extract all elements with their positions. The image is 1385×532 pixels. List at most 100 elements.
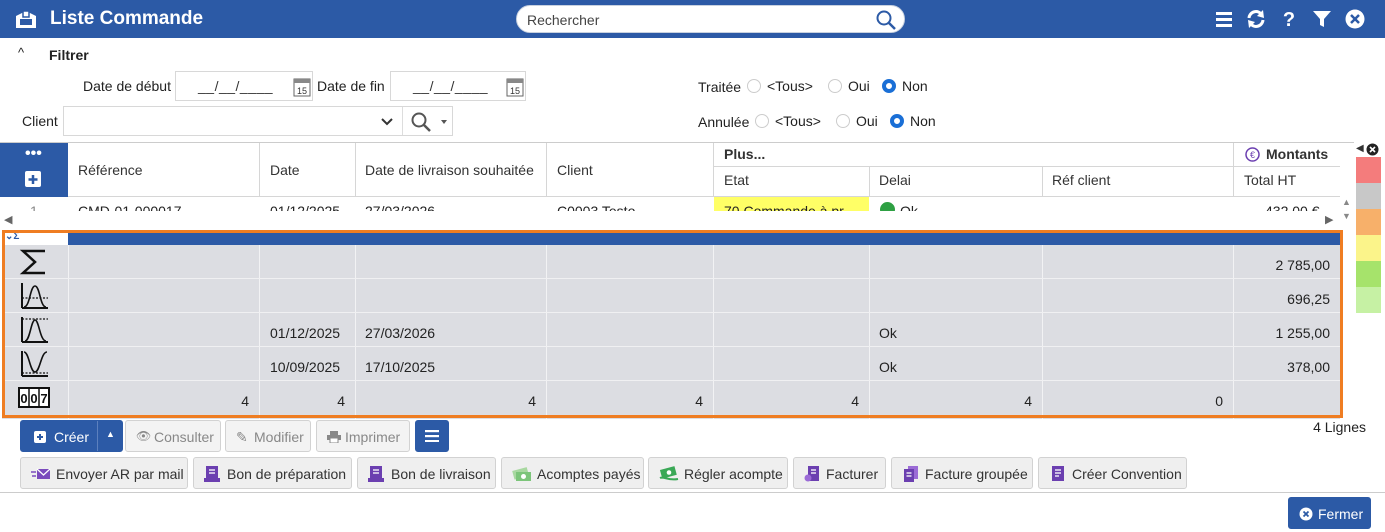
cancelled-all-radio[interactable] [755,114,769,128]
treated-yes-radio[interactable] [828,79,842,93]
col-group-more[interactable]: Plus... [724,146,765,162]
filter-icon[interactable] [1311,8,1333,30]
menu-icon[interactable] [1213,8,1235,30]
money-icon [512,467,531,481]
max-delay: Ok [879,325,897,341]
scroll-down-icon[interactable]: ▼ [1342,211,1351,221]
cancelled-all-label: <Tous> [775,113,821,129]
end-date-field[interactable]: __/__/____ 15 [390,71,526,101]
delivery-note-button[interactable]: Bon de livraison [357,457,496,489]
title-bar: Liste Commande ? [0,0,1385,38]
scroll-right-icon[interactable]: ▶ [1325,213,1333,226]
footer-divider [0,492,1385,493]
sum-icon [19,249,45,275]
avg-total: 696,25 [1287,291,1330,307]
invoice-button[interactable]: Facturer [793,457,886,489]
help-icon[interactable]: ? [1278,8,1300,30]
create-agreement-label: Créer Convention [1072,466,1182,482]
search-box[interactable] [516,5,905,33]
color-swatch[interactable] [1356,235,1381,261]
create-agreement-button[interactable]: Créer Convention [1038,457,1187,489]
client-select[interactable] [63,106,453,136]
cancelled-yes-label: Oui [856,113,878,129]
color-swatch[interactable] [1356,157,1381,183]
svg-text:15: 15 [510,86,520,96]
cancelled-no-label: Non [910,113,936,129]
cell-reference: CMD-01-000017 [78,203,182,211]
treated-no-radio[interactable] [882,79,896,93]
col-total-ht[interactable]: Total HT [1244,172,1296,188]
vertical-scrollbar[interactable]: ▲ ▼ [1340,183,1354,233]
close-icon[interactable] [1366,143,1379,156]
cell-delivery: 27/03/2026 [365,203,436,211]
deposits-paid-button[interactable]: Acomptes payés [501,457,644,489]
end-date-value: __/__/____ [413,78,489,94]
sigma-toggle-icon[interactable]: ⌄Σ [5,231,19,242]
caret-up-icon[interactable]: ▲ [106,429,115,439]
col-delivery-date[interactable]: Date de livraison souhaitée [365,162,534,178]
chevron-down-icon[interactable] [380,115,394,129]
color-swatch[interactable] [1356,287,1381,313]
line-count: 4 Lignes [1313,419,1366,435]
collapse-left-icon[interactable]: ◀ [1356,143,1364,154]
cancelled-no-radio[interactable] [890,114,904,128]
send-ar-button[interactable]: Envoyer AR par mail [20,457,188,489]
close-button[interactable]: Fermer [1288,497,1371,529]
view-button[interactable]: 👁 Consulter [125,420,221,452]
calendar-icon[interactable]: 15 [504,73,526,101]
count-client-ref: 0 [1215,393,1223,409]
more-actions-button[interactable] [415,420,449,452]
prep-note-button[interactable]: Bon de préparation [193,457,352,489]
add-icon[interactable] [23,167,45,189]
pay-deposit-button[interactable]: Régler acompte [648,457,788,489]
refresh-icon[interactable] [1245,8,1267,30]
close-icon[interactable] [1344,8,1366,30]
print-button[interactable]: Imprimer [316,420,410,452]
col-delay[interactable]: Delai [879,172,911,188]
table-row[interactable]: 1 CMD-01-000017 01/12/2025 27/03/2026 C0… [0,197,1340,211]
edit-button[interactable]: ✎ Modifier [225,420,311,452]
create-button[interactable]: Créer ▲ [20,420,123,452]
agreement-icon [1052,466,1064,481]
cell-total: 432,00 € [1265,203,1320,211]
col-client[interactable]: Client [557,162,593,178]
scroll-left-icon[interactable]: ◀ [4,213,12,226]
count-delay: 4 [1024,393,1032,409]
color-swatch[interactable] [1356,209,1381,235]
group-invoice-label: Facture groupée [925,466,1028,482]
cancelled-yes-radio[interactable] [836,114,850,128]
calendar-icon[interactable]: 15 [291,73,313,101]
horizontal-scrollbar[interactable]: ◀ ▶ [0,211,1340,227]
start-date-label: Date de début [83,78,171,94]
group-invoice-button[interactable]: Facture groupée [891,457,1033,489]
search-icon[interactable] [409,110,433,134]
col-group-amounts[interactable]: Montants [1266,146,1328,162]
pay-deposit-label: Régler acompte [684,466,783,482]
count-icon: 0 0 7 [18,387,50,408]
col-reference[interactable]: Référence [78,162,143,178]
search-input[interactable] [527,11,867,29]
edit-button-label: Modifier [254,429,304,445]
treated-yes-label: Oui [848,78,870,94]
collapse-icon[interactable]: ^ [18,45,24,60]
eye-icon: 👁 [136,429,152,443]
search-icon[interactable] [875,9,897,31]
caret-down-icon[interactable] [439,118,449,126]
treated-all-radio[interactable] [747,79,761,93]
printer-icon [327,431,341,443]
close-circle-icon [1299,507,1313,521]
scroll-up-icon[interactable]: ▲ [1342,197,1351,207]
min-delay: Ok [879,359,897,375]
col-client-ref[interactable]: Réf client [1052,172,1110,188]
col-state[interactable]: Etat [724,172,749,188]
color-swatch[interactable] [1356,261,1381,287]
filter-section-label: Filtrer [49,47,89,63]
count-delivery: 4 [528,393,536,409]
min-date: 10/09/2025 [270,359,341,375]
max-total: 1 255,00 [1275,325,1331,341]
start-date-field[interactable]: __/__/____ 15 [175,71,313,101]
color-swatch[interactable] [1356,183,1381,209]
grid-corner[interactable]: ••• [0,143,68,197]
more-icon[interactable]: ••• [25,145,42,163]
col-date[interactable]: Date [270,162,300,178]
